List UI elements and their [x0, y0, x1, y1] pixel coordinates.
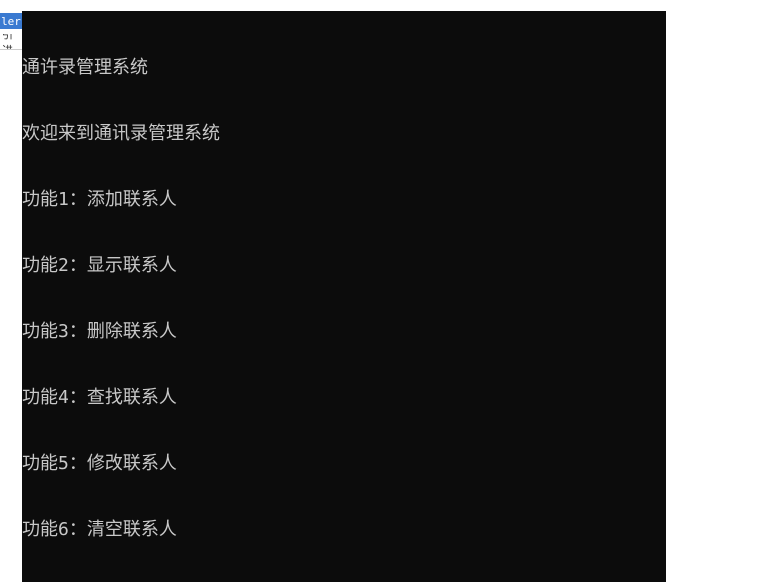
console-line: 功能1：添加联系人 [22, 189, 666, 211]
console-line: 功能4：查找联系人 [22, 387, 666, 409]
console-line: 功能2：显示联系人 [22, 255, 666, 277]
top-bar [0, 0, 766, 11]
console-output[interactable]: 通许录管理系统 欢迎来到通讯录管理系统 功能1：添加联系人 功能2：显示联系人 … [22, 11, 666, 582]
right-background [666, 11, 766, 582]
sidebar-tab-active[interactable]: ler [0, 13, 22, 29]
console-line: 通许录管理系统 [22, 57, 666, 79]
console-line: 功能5：修改联系人 [22, 453, 666, 475]
console-line: 欢迎来到通讯录管理系统 [22, 123, 666, 145]
sidebar-tab-inactive[interactable]: 引进 [0, 34, 22, 50]
console-line: 功能3：删除联系人 [22, 321, 666, 343]
console-line: 功能6：清空联系人 [22, 519, 666, 541]
left-sidebar: ler 引进 [0, 11, 22, 582]
